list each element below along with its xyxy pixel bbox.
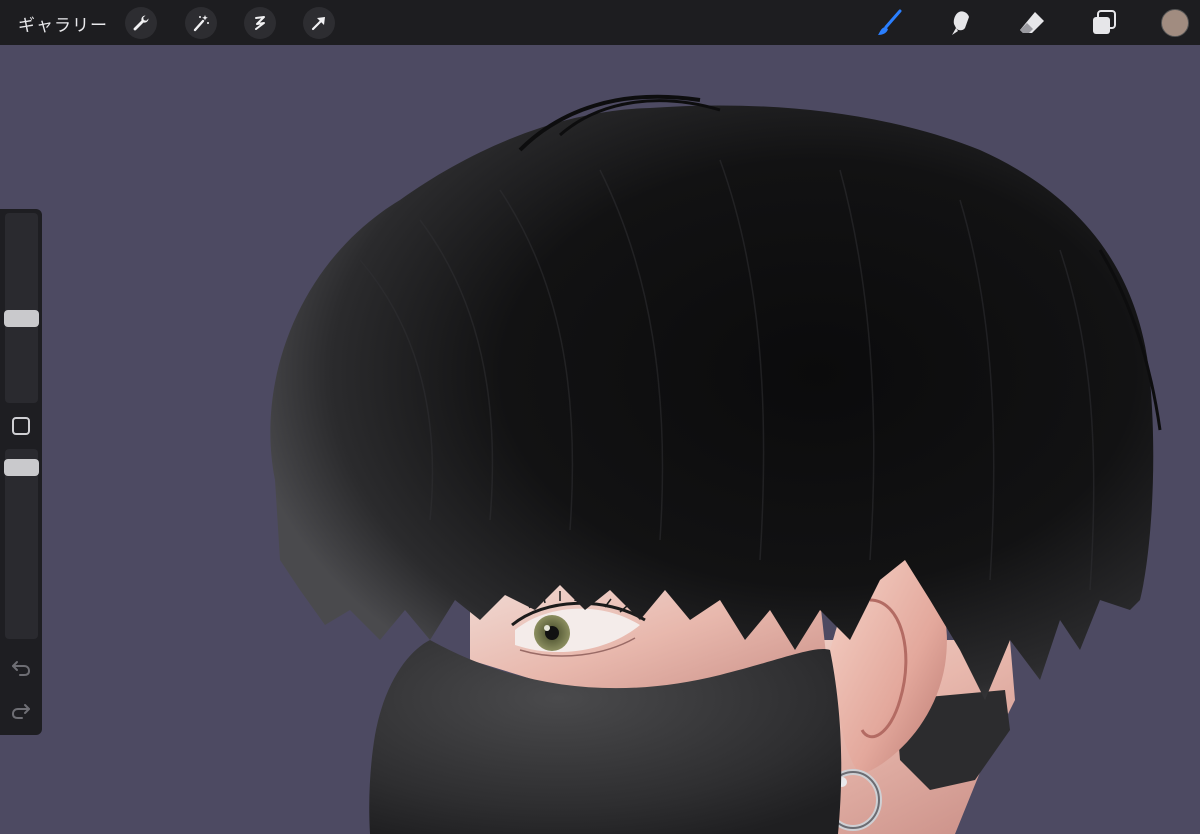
procreate-app: ギャラリー <box>0 0 1200 834</box>
opacity-slider[interactable] <box>5 449 38 639</box>
smudge-tool-button[interactable] <box>944 6 978 40</box>
selection-button[interactable] <box>244 7 276 39</box>
left-sidebar <box>0 209 42 735</box>
brush-tool-button[interactable] <box>873 6 907 40</box>
layers-icon <box>1093 10 1116 34</box>
brush-icon <box>878 9 902 35</box>
smudge-icon <box>952 11 969 35</box>
top-toolbar: ギャラリー <box>0 0 1200 45</box>
color-picker-button[interactable] <box>1161 9 1189 37</box>
eraser-tool-button[interactable] <box>1015 6 1049 40</box>
undo-icon <box>12 661 31 676</box>
transform-button[interactable] <box>303 7 335 39</box>
arrow-cursor-icon <box>311 17 325 31</box>
wrench-icon <box>133 15 149 31</box>
undo-button[interactable] <box>9 655 33 679</box>
opacity-thumb[interactable] <box>4 459 39 477</box>
redo-icon <box>11 704 30 719</box>
adjustments-button[interactable] <box>185 7 217 39</box>
eraser-icon <box>1020 12 1044 33</box>
gallery-button[interactable]: ギャラリー <box>18 11 108 36</box>
selection-icon <box>255 16 265 30</box>
actions-button[interactable] <box>125 7 157 39</box>
redo-button[interactable] <box>9 698 33 722</box>
brush-size-thumb[interactable] <box>4 309 39 327</box>
brush-size-slider[interactable] <box>5 213 38 403</box>
drawing-canvas[interactable] <box>0 45 1200 834</box>
modifier-square-icon[interactable] <box>12 417 30 435</box>
magic-wand-icon <box>193 15 209 32</box>
layers-button[interactable] <box>1087 6 1121 40</box>
